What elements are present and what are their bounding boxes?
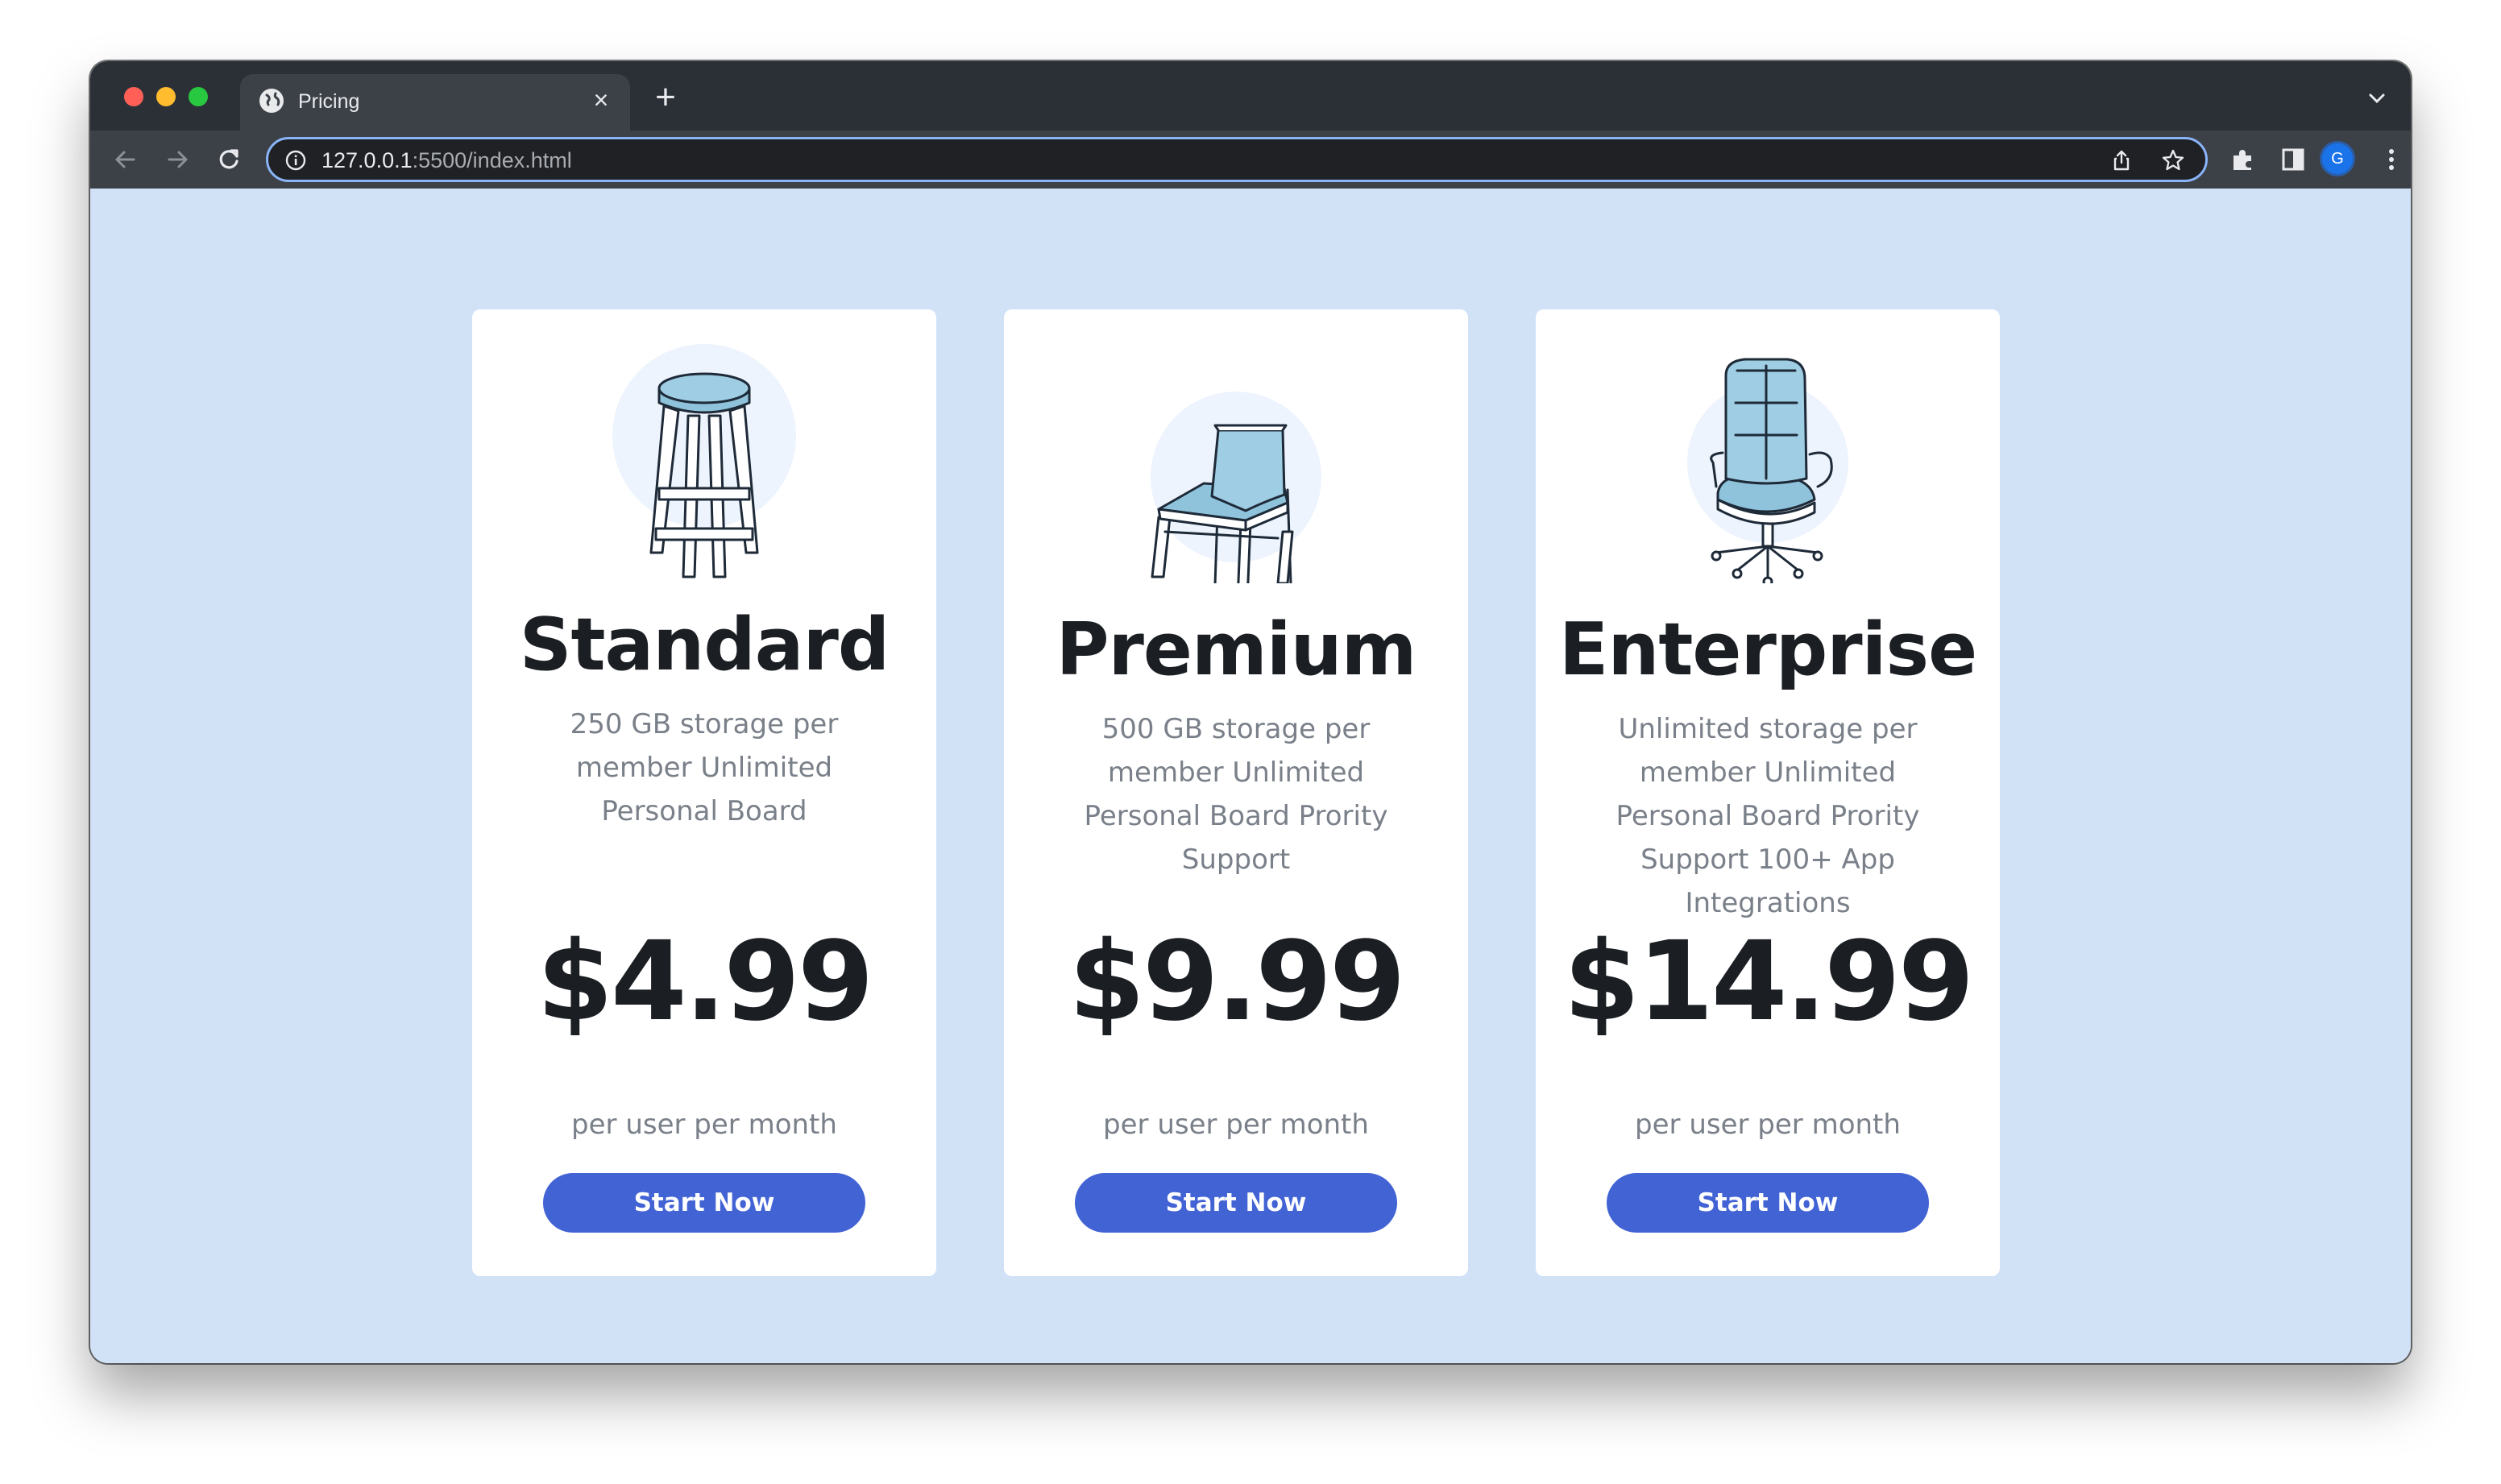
plan-billing-period: per user per month: [571, 1109, 837, 1141]
site-info-icon[interactable]: [284, 149, 307, 172]
office-chair-icon: [1536, 342, 2000, 587]
plan-description: 500 GB storage per member Unlimited Pers…: [1084, 713, 1388, 876]
back-arrow-icon[interactable]: [108, 142, 143, 177]
plan-description: Unlimited storage per member Unlimited P…: [1615, 713, 1920, 919]
minimize-window-button[interactable]: [156, 87, 176, 106]
maximize-window-button[interactable]: [189, 87, 208, 106]
profile-avatar[interactable]: G: [2322, 143, 2353, 174]
plan-name: Premium: [1056, 607, 1417, 692]
pricing-card-enterprise: Enterprise Unlimited storage per member …: [1536, 309, 2000, 1276]
browser-window: Pricing × + 127.0.0.1:5500/index.html G …: [90, 61, 2411, 1363]
globe-icon: [259, 89, 284, 113]
tab-pricing[interactable]: Pricing ×: [240, 74, 630, 131]
bookmark-star-icon[interactable]: [2160, 147, 2186, 173]
side-panel-icon[interactable]: [2279, 145, 2308, 174]
pricing-card-standard: Standard 250 GB storage per member Unlim…: [472, 309, 936, 1276]
tab-title: Pricing: [298, 90, 360, 113]
plan-price: $9.99: [1068, 918, 1405, 1046]
tab-search-chevron-icon[interactable]: [2364, 85, 2390, 111]
start-now-button[interactable]: Start Now: [1075, 1173, 1397, 1233]
address-bar[interactable]: 127.0.0.1:5500/index.html: [266, 137, 2208, 182]
start-now-button[interactable]: Start Now: [543, 1173, 865, 1233]
plan-name: Standard: [519, 603, 890, 687]
pricing-card-premium: Premium 500 GB storage per member Unlimi…: [1004, 309, 1468, 1276]
start-now-button[interactable]: Start Now: [1607, 1173, 1929, 1233]
chair-icon: [1004, 342, 1468, 603]
new-tab-button[interactable]: +: [649, 80, 682, 115]
plan-billing-period: per user per month: [1103, 1109, 1369, 1141]
more-menu-icon[interactable]: [2377, 145, 2406, 174]
plan-description: 250 GB storage per member Unlimited Pers…: [570, 708, 839, 827]
plan-name: Enterprise: [1558, 607, 1977, 692]
share-icon[interactable]: [2109, 147, 2134, 173]
extensions-puzzle-icon[interactable]: [2229, 145, 2258, 174]
page-viewport: Standard 250 GB storage per member Unlim…: [90, 189, 2411, 1363]
tab-bar: Pricing × +: [90, 61, 2411, 131]
forward-arrow-icon[interactable]: [160, 142, 195, 177]
plan-price: $4.99: [537, 918, 873, 1046]
plan-price: $14.99: [1563, 918, 1975, 1046]
close-window-button[interactable]: [124, 87, 143, 106]
plan-billing-period: per user per month: [1635, 1109, 1901, 1141]
url-text: 127.0.0.1:5500/index.html: [321, 148, 572, 172]
close-tab-icon[interactable]: ×: [587, 85, 616, 114]
stool-icon: [472, 342, 936, 583]
browser-toolbar: 127.0.0.1:5500/index.html G: [90, 131, 2411, 189]
reload-icon[interactable]: [211, 142, 247, 177]
